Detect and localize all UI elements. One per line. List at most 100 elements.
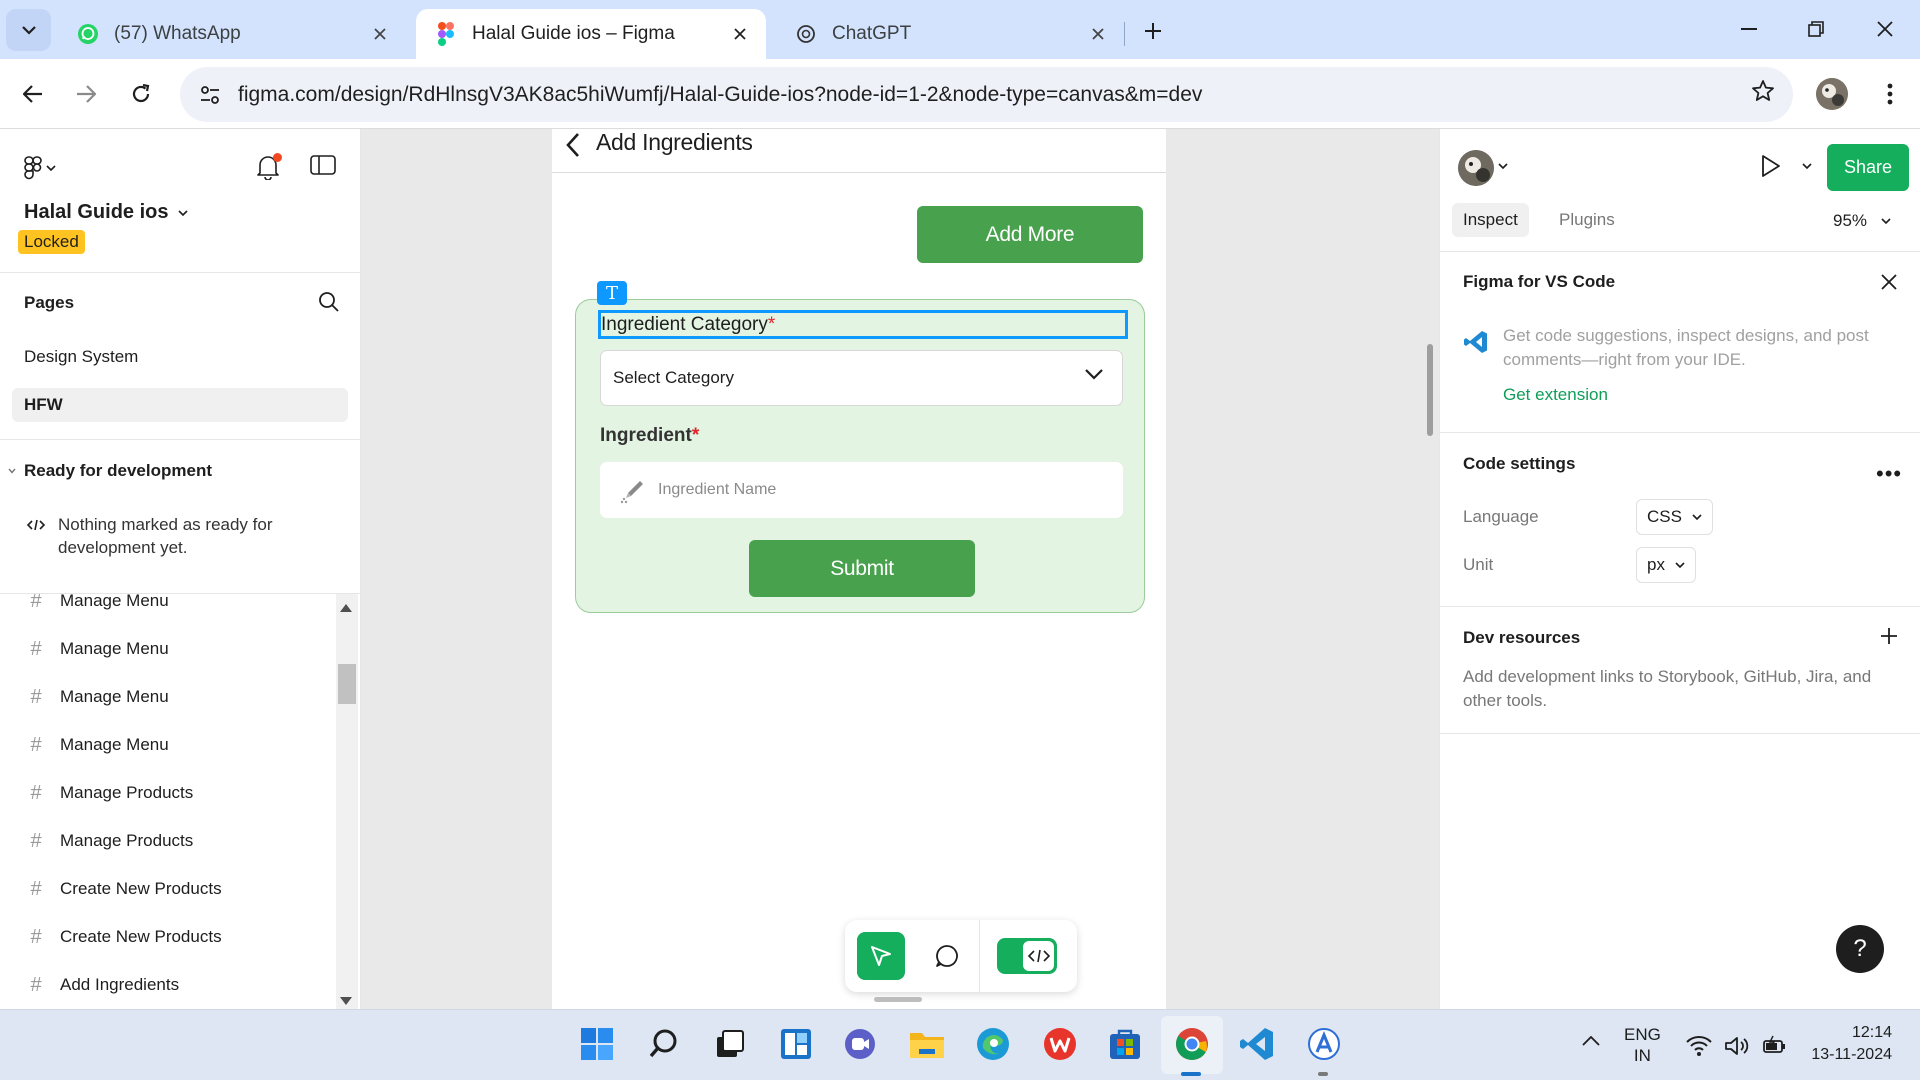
- scroll-up-arrow[interactable]: [340, 604, 352, 612]
- close-tab-icon[interactable]: [368, 22, 392, 46]
- widgets-icon[interactable]: [776, 1024, 816, 1064]
- cursor-icon: [871, 946, 891, 966]
- page-item-hfw[interactable]: HFW: [12, 388, 348, 422]
- system-tray[interactable]: [1686, 1035, 1788, 1057]
- frame-item[interactable]: # Manage Products: [26, 778, 193, 808]
- frame-item-label: Manage Menu: [60, 639, 169, 658]
- back-button[interactable]: [14, 75, 52, 113]
- present-button[interactable]: [1760, 154, 1782, 178]
- close-window-button[interactable]: [1862, 12, 1908, 46]
- select-category-dropdown[interactable]: Select Category: [600, 350, 1123, 406]
- comment-tool-button[interactable]: [925, 934, 969, 978]
- tab-figma[interactable]: Halal Guide ios – Figma: [416, 9, 766, 59]
- get-extension-link[interactable]: Get extension: [1503, 385, 1608, 405]
- teams-chat-icon[interactable]: [840, 1024, 880, 1064]
- reload-button[interactable]: [122, 75, 160, 113]
- language-select[interactable]: CSS: [1636, 499, 1713, 535]
- search-pages-button[interactable]: [318, 291, 340, 313]
- browser-menu-button[interactable]: [1872, 76, 1908, 112]
- frame-item[interactable]: # Manage Menu: [26, 634, 169, 664]
- restore-button[interactable]: [1793, 12, 1839, 46]
- microsoft-store-icon[interactable]: [1105, 1024, 1145, 1064]
- frame-item[interactable]: # Manage Products: [26, 826, 193, 856]
- wps-office-icon[interactable]: [1040, 1024, 1080, 1064]
- user-avatar[interactable]: [1458, 150, 1494, 186]
- language-indicator[interactable]: ENG IN: [1624, 1024, 1661, 1066]
- ready-for-development-header[interactable]: Ready for development: [8, 461, 212, 481]
- file-explorer-icon[interactable]: [907, 1024, 947, 1064]
- divider: [1440, 251, 1920, 252]
- task-view-icon[interactable]: [710, 1024, 750, 1064]
- scrollbar-thumb[interactable]: [338, 664, 356, 704]
- tab-whatsapp[interactable]: (57) WhatsApp: [58, 9, 406, 59]
- page-item-design-system[interactable]: Design System: [12, 340, 348, 374]
- figma-canvas[interactable]: Add Ingredients Add More Ingredient Cate…: [361, 129, 1439, 1009]
- add-resource-icon[interactable]: [1880, 627, 1898, 645]
- tab-plugins[interactable]: Plugins: [1548, 203, 1626, 237]
- file-name-text: Halal Guide ios: [24, 201, 169, 223]
- unit-select[interactable]: px: [1636, 547, 1696, 583]
- chevron-down-icon[interactable]: [1498, 163, 1508, 169]
- windows-start-icon[interactable]: [577, 1024, 617, 1064]
- address-bar[interactable]: figma.com/design/RdHlnsgV3AK8ac5hiWumfj/…: [180, 67, 1793, 122]
- close-icon[interactable]: [1880, 273, 1898, 291]
- show-hidden-icons-icon[interactable]: [1582, 1036, 1600, 1046]
- page-item-label: Design System: [24, 347, 139, 366]
- ready-section-title: Ready for development: [24, 461, 212, 480]
- frame-item[interactable]: # Add Ingredients: [26, 970, 179, 1000]
- chrome-icon[interactable]: [1172, 1024, 1212, 1064]
- profile-avatar[interactable]: [1816, 78, 1848, 110]
- help-button[interactable]: ?: [1836, 925, 1884, 973]
- scroll-down-arrow[interactable]: [340, 997, 352, 1005]
- forward-button[interactable]: [67, 75, 105, 113]
- figma-main-menu[interactable]: [24, 156, 56, 180]
- vscode-section-title: Figma for VS Code: [1463, 272, 1616, 291]
- notifications-button[interactable]: [256, 153, 282, 180]
- page-item-label: HFW: [24, 395, 63, 414]
- app-icon[interactable]: [1304, 1024, 1344, 1064]
- back-arrow-icon[interactable]: [564, 131, 582, 159]
- add-more-button[interactable]: Add More: [917, 206, 1143, 263]
- ingredient-name-input[interactable]: Ingredient Name: [600, 462, 1123, 518]
- minimize-button[interactable]: [1726, 12, 1772, 46]
- tab-search-button[interactable]: [6, 9, 51, 51]
- frame-item[interactable]: # Create New Products: [26, 874, 221, 904]
- tab-chatgpt[interactable]: ChatGPT: [776, 9, 1124, 59]
- frame-item[interactable]: # Create New Products: [26, 922, 221, 952]
- ready-empty-state: Nothing marked as ready for development …: [26, 513, 308, 559]
- frame-item[interactable]: # Manage Menu: [26, 682, 168, 712]
- more-options-icon[interactable]: •••: [1876, 461, 1902, 487]
- edge-icon[interactable]: [973, 1024, 1013, 1064]
- site-info-icon[interactable]: [190, 75, 230, 115]
- toggle-sidebar-button[interactable]: [310, 155, 336, 175]
- home-indicator: [874, 997, 922, 1002]
- canvas-scrollbar[interactable]: [1427, 344, 1433, 436]
- close-tab-icon[interactable]: [728, 22, 752, 46]
- share-button[interactable]: Share: [1827, 144, 1909, 191]
- bookmark-star-icon[interactable]: [1751, 79, 1775, 103]
- close-tab-icon[interactable]: [1086, 22, 1110, 46]
- search-icon[interactable]: [644, 1024, 684, 1064]
- frame-item[interactable]: # Manage Menu: [26, 730, 168, 760]
- add-ingredients-frame[interactable]: Add Ingredients Add More Ingredient Cate…: [552, 129, 1166, 1009]
- lang-top: ENG: [1624, 1025, 1661, 1044]
- chevron-down-icon: [1881, 218, 1891, 224]
- floating-toolbar: [845, 920, 1077, 992]
- dev-mode-toggle[interactable]: [997, 938, 1057, 974]
- vscode-icon[interactable]: [1237, 1024, 1277, 1064]
- clock[interactable]: 12:14 13-11-2024: [1802, 1022, 1892, 1066]
- chevron-down-icon[interactable]: [1802, 163, 1812, 169]
- file-name[interactable]: Halal Guide ios: [24, 201, 189, 224]
- new-tab-button[interactable]: [1136, 14, 1170, 48]
- category-label-text: Ingredient Category: [601, 313, 768, 335]
- frame-item[interactable]: # Manage Menu: [26, 594, 168, 616]
- tab-inspect[interactable]: Inspect: [1452, 203, 1529, 237]
- zoom-control[interactable]: 95%: [1833, 211, 1891, 231]
- submit-button[interactable]: Submit: [749, 540, 975, 597]
- ingredient-category-label[interactable]: Ingredient Category *: [598, 310, 1128, 339]
- tab-title: Halal Guide ios – Figma: [472, 23, 675, 44]
- divider: [1440, 606, 1920, 607]
- move-tool-button[interactable]: [857, 932, 905, 980]
- chevron-down-icon: [1084, 368, 1104, 380]
- frames-scrollbar[interactable]: [336, 594, 358, 1009]
